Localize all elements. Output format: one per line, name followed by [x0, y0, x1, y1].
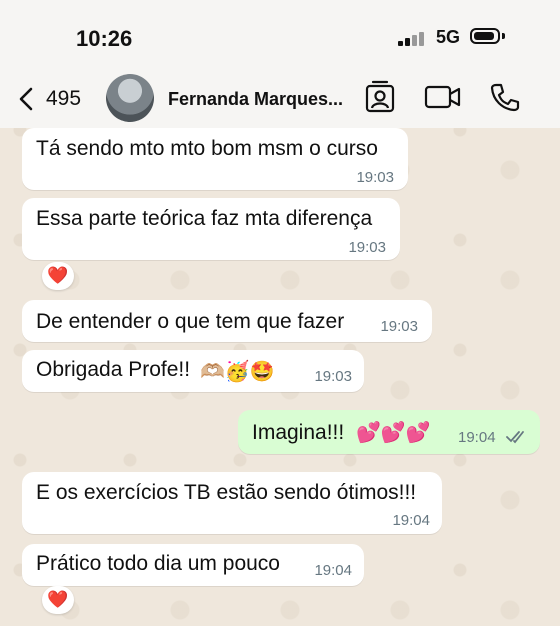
- message-text: Essa parte teórica faz mta diferença: [36, 207, 373, 230]
- message-time: 19:04: [392, 512, 430, 529]
- contact-card-icon[interactable]: [364, 80, 396, 114]
- message-bubble-incoming[interactable]: Essa parte teórica faz mta diferença 19:…: [22, 198, 400, 260]
- message-bubble-incoming[interactable]: Prático todo dia um pouco 19:04: [22, 544, 364, 586]
- message-time: 19:04: [314, 562, 352, 579]
- message-bubble-incoming[interactable]: E os exercícios TB estão sendo ótimos!!!…: [22, 472, 442, 534]
- message-text: De entender o que tem que fazer: [36, 310, 345, 333]
- chat-header: 495 Fernanda Marques...: [0, 72, 560, 128]
- message-text: Imagina!!!: [252, 421, 345, 444]
- message-text: Obrigada Profe!!: [36, 358, 191, 381]
- contact-avatar[interactable]: [106, 74, 154, 122]
- message-emojis: 💕💕💕: [356, 422, 431, 444]
- message-time: 19:03: [356, 169, 394, 186]
- message-emojis: 🫶🏼🥳🤩: [200, 361, 275, 383]
- contact-name[interactable]: Fernanda Marques...: [168, 89, 343, 110]
- message-bubble-incoming[interactable]: Tá sendo mto mto bom msm o curso 19:03: [22, 128, 408, 190]
- battery-tip: [502, 33, 505, 39]
- message-time: 19:03: [380, 318, 418, 335]
- battery-icon: [470, 28, 500, 44]
- status-time: 10:26: [76, 26, 133, 51]
- heart-reaction[interactable]: ❤️: [42, 586, 74, 614]
- back-chevron-icon[interactable]: [14, 84, 40, 114]
- message-bubble-incoming[interactable]: De entender o que tem que fazer 19:03: [22, 300, 432, 342]
- message-bubble-outgoing[interactable]: Imagina!!! 💕💕💕 19:04: [238, 410, 540, 454]
- video-call-icon[interactable]: [424, 85, 462, 109]
- heart-reaction[interactable]: ❤️: [42, 262, 74, 290]
- unread-count[interactable]: 495: [46, 87, 81, 111]
- double-check-icon: [506, 431, 524, 444]
- message-text: Prático todo dia um pouco: [36, 552, 280, 575]
- message-time: 19:04: [458, 429, 496, 446]
- message-bubble-incoming[interactable]: Obrigada Profe!! 🫶🏼🥳🤩 19:03: [22, 350, 364, 392]
- phone-icon[interactable]: [490, 82, 520, 112]
- message-time: 19:03: [348, 239, 386, 256]
- status-bar: 10:26 5G: [0, 0, 560, 72]
- message-text: Tá sendo mto mto bom msm o curso: [36, 137, 378, 160]
- signal-icon: [398, 30, 428, 46]
- message-time: 19:03: [314, 368, 352, 385]
- network-label: 5G: [436, 27, 461, 47]
- message-text: E os exercícios TB estão sendo ótimos!!!: [36, 481, 417, 504]
